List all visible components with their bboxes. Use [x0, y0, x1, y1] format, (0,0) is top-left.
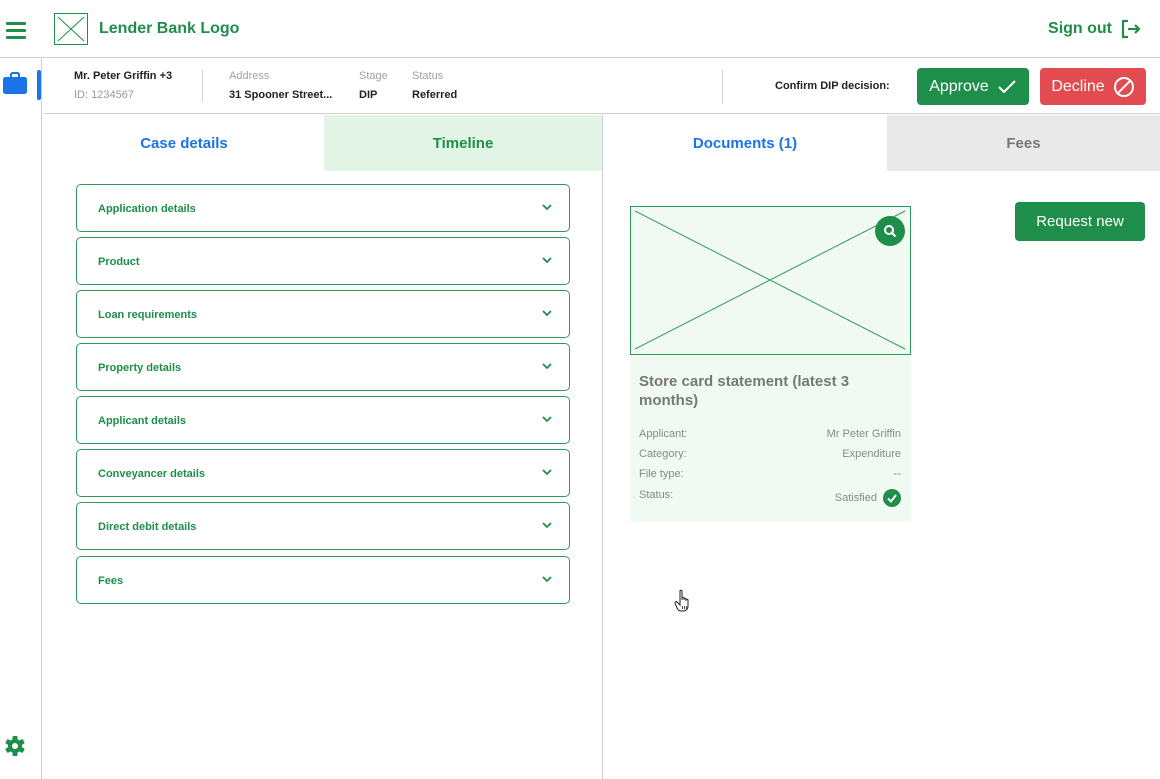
search-icon	[884, 225, 897, 238]
meta-key: Applicant:	[639, 428, 688, 440]
accordion-conveyancer-details[interactable]: Conveyancer details	[76, 449, 570, 497]
meta-row-file-type: File type: --	[639, 468, 901, 486]
accordion-label: Application details	[98, 203, 196, 215]
approve-label: Approve	[929, 77, 989, 95]
stage-label: Stage	[359, 70, 388, 82]
document-title: Store card statement (latest 3 months)	[639, 373, 850, 409]
meta-status-wrap: Satisfied	[835, 489, 901, 507]
logo-text: Lender Bank Logo	[99, 20, 240, 37]
chevron-down-icon	[542, 257, 552, 264]
meta-row-applicant: Applicant: Mr Peter Griffin	[639, 428, 901, 446]
accordion-product[interactable]: Product	[76, 237, 570, 285]
divider	[202, 70, 203, 102]
briefcase-icon[interactable]	[3, 71, 27, 100]
accordion-loan-requirements[interactable]: Loan requirements	[76, 290, 570, 338]
sign-out-label: Sign out	[1048, 20, 1112, 37]
case-summary-bar: Mr. Peter Griffin +3 ID: 1234567 Address…	[44, 58, 1160, 114]
document-thumbnail[interactable]	[630, 206, 911, 355]
decline-label: Decline	[1051, 77, 1105, 95]
chevron-down-icon	[542, 416, 552, 423]
settings-gear-icon[interactable]	[4, 735, 26, 762]
menu-icon[interactable]	[6, 22, 26, 39]
meta-row-status: Status: Satisfied	[639, 489, 901, 507]
preview-button[interactable]	[875, 216, 905, 246]
chevron-down-icon	[542, 469, 552, 476]
meta-value: Expenditure	[842, 448, 901, 460]
sign-out-icon	[1121, 19, 1141, 39]
accordion-applicant-details[interactable]: Applicant details	[76, 396, 570, 444]
decline-button[interactable]: Decline	[1040, 68, 1146, 105]
meta-value: Mr Peter Griffin	[826, 428, 901, 440]
meta-key: Category:	[639, 448, 687, 460]
address-value: 31 Spooner Street...	[229, 89, 333, 101]
meta-key: File type:	[639, 468, 684, 480]
accordion-label: Conveyancer details	[98, 468, 205, 480]
meta-key: Status:	[639, 489, 674, 501]
tab-timeline[interactable]: Timeline	[324, 115, 602, 171]
accordion-label: Direct debit details	[98, 521, 197, 533]
check-circle-icon	[883, 489, 901, 507]
meta-row-category: Category: Expenditure	[639, 448, 901, 466]
accordion-label: Applicant details	[98, 415, 187, 427]
accordion-application-details[interactable]: Application details	[76, 184, 570, 232]
left-rail	[0, 58, 42, 779]
panel-divider	[602, 115, 603, 779]
accordion-direct-debit-details[interactable]: Direct debit details	[76, 502, 570, 550]
chevron-down-icon	[542, 576, 552, 583]
prohibited-icon	[1113, 76, 1134, 97]
status-value: Referred	[412, 89, 458, 101]
status-label: Status	[412, 70, 444, 82]
tab-documents[interactable]: Documents (1)	[603, 115, 887, 171]
accordion-fees[interactable]: Fees	[76, 556, 570, 604]
chevron-down-icon	[542, 363, 552, 370]
approve-button[interactable]: Approve	[917, 68, 1029, 105]
accordion-property-details[interactable]: Property details	[76, 343, 570, 391]
hand-pointer-icon	[674, 589, 694, 618]
chevron-down-icon	[542, 310, 552, 317]
meta-value: --	[893, 468, 901, 480]
meta-value: Satisfied	[834, 492, 877, 504]
applicant-id: ID: 1234567	[74, 89, 134, 101]
accordion-label: Property details	[98, 362, 182, 374]
chevron-down-icon	[542, 204, 552, 211]
top-bar: Lender Bank Logo Sign out	[0, 0, 1160, 58]
logo-placeholder-icon	[54, 13, 88, 45]
accordion-label: Product	[98, 256, 140, 268]
tab-case-details[interactable]: Case details	[44, 115, 324, 171]
active-nav-indicator	[37, 70, 41, 100]
confirm-decision-label: Confirm DIP decision:	[775, 80, 890, 92]
tab-fees[interactable]: Fees	[887, 115, 1160, 171]
accordion-label: Loan requirements	[98, 309, 198, 321]
sign-out-button[interactable]: Sign out	[1048, 19, 1142, 39]
accordion-label: Fees	[98, 575, 124, 587]
request-new-button[interactable]: Request new	[1015, 202, 1145, 241]
applicant-name: Mr. Peter Griffin +3	[74, 70, 173, 82]
chevron-down-icon	[542, 522, 552, 529]
stage-value: DIP	[359, 89, 378, 101]
divider	[722, 70, 723, 104]
address-label: Address	[229, 70, 270, 82]
check-icon	[998, 79, 1016, 93]
document-card[interactable]: Store card statement (latest 3 months) A…	[630, 206, 911, 522]
